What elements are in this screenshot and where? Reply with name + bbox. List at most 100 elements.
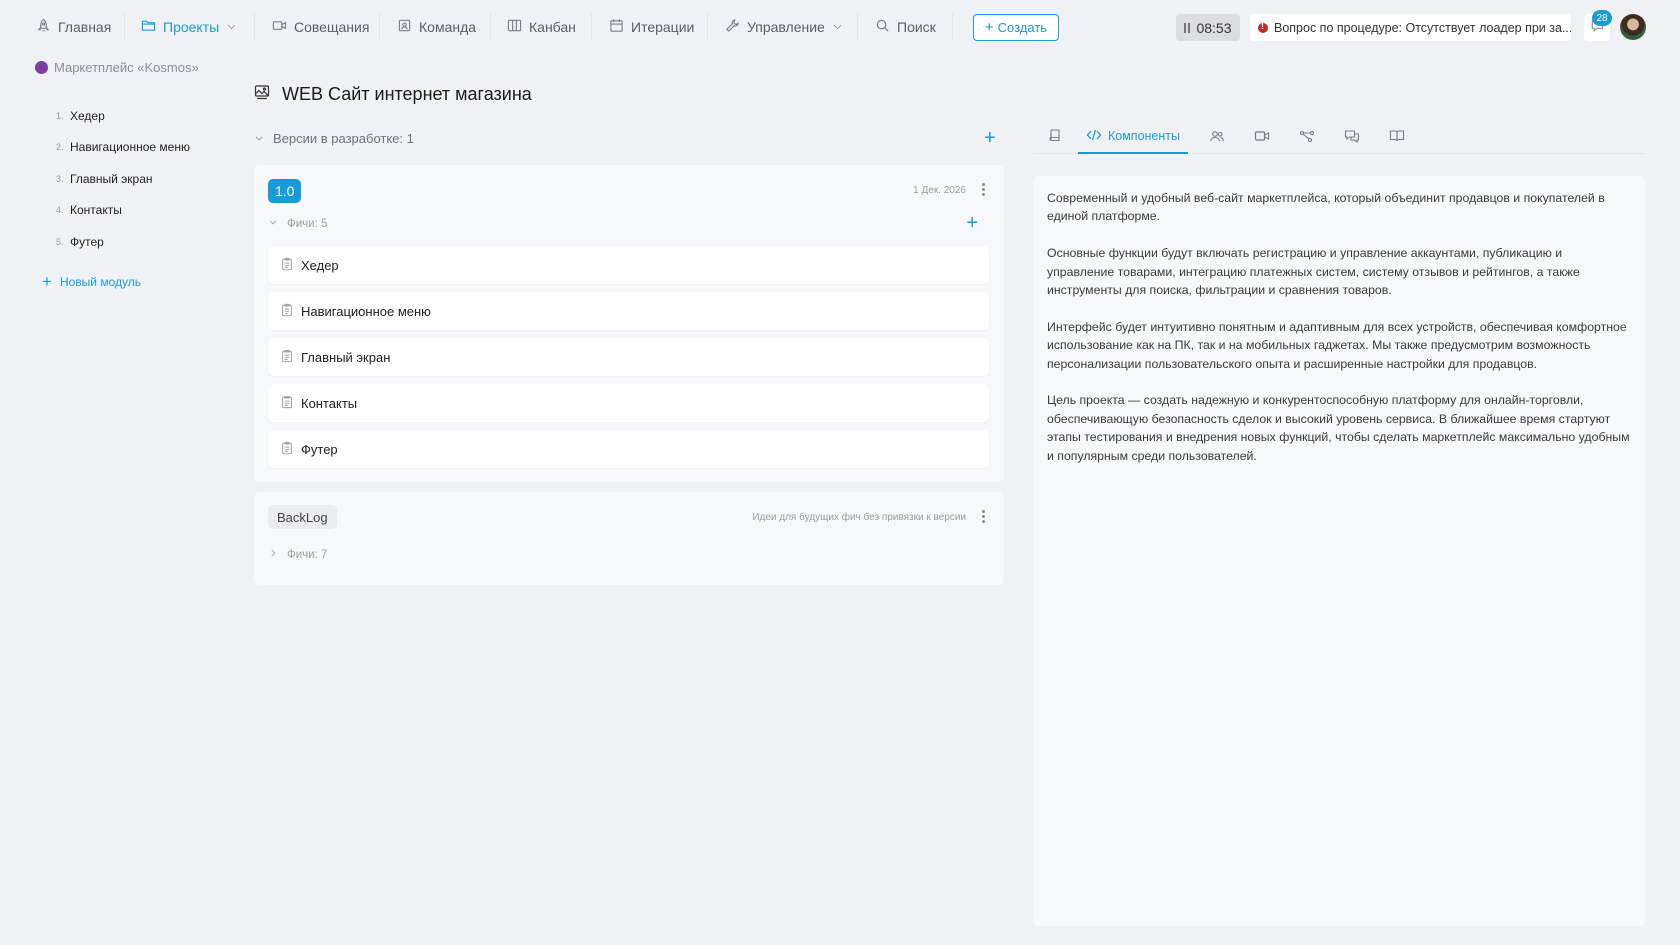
tab-components[interactable]: Компоненты: [1078, 120, 1188, 154]
module-item[interactable]: 2. Навигационное меню: [56, 132, 190, 164]
module-label: Хедер: [70, 108, 105, 123]
add-feature-button[interactable]: +: [966, 213, 978, 233]
nav-projects-label: Проекты: [163, 19, 220, 35]
pause-icon: [1184, 22, 1191, 33]
module-item[interactable]: 1. Хедер: [56, 100, 190, 132]
document-icon: [1047, 128, 1063, 147]
messages-count-badge: 28: [1592, 10, 1612, 26]
tab-flow[interactable]: [1290, 120, 1324, 154]
nav-divider: [379, 13, 380, 41]
code-icon: [1086, 127, 1102, 146]
tab-wiki[interactable]: [1380, 120, 1414, 154]
features-count: Фичи: 5: [287, 217, 328, 230]
project-breadcrumb[interactable]: Маркетплейс «Kosmos»: [35, 60, 199, 75]
more-options-icon[interactable]: [982, 183, 986, 196]
page-title: WEB Сайт интернет магазина: [254, 84, 532, 105]
clipboard-icon: [280, 395, 294, 412]
create-button[interactable]: + Создать: [973, 14, 1059, 41]
module-number: 1.: [56, 110, 64, 121]
nav-divider: [857, 13, 858, 41]
version-card: 1.0 1 Дек. 2026 Фичи: 5 + Хедер Навигаци…: [254, 165, 1004, 482]
add-version-button[interactable]: +: [984, 128, 996, 148]
nav-search[interactable]: Поиск: [875, 14, 936, 40]
module-item[interactable]: 4. Контакты: [56, 195, 190, 227]
clipboard-icon: [280, 303, 294, 320]
timer-value: 08:53: [1196, 19, 1232, 36]
more-options-icon[interactable]: [982, 510, 986, 523]
tab-participants[interactable]: [1200, 120, 1234, 154]
module-list: 1. Хедер 2. Навигационное меню 3. Главный э…: [56, 100, 190, 258]
chevron-right-icon: [268, 548, 278, 561]
nav-divider: [952, 13, 953, 41]
module-number: 2.: [56, 142, 64, 153]
new-module-button[interactable]: + Новый модуль: [42, 273, 141, 290]
plus-icon: +: [984, 19, 994, 36]
backlog-features-toggle[interactable]: Фичи: 7: [268, 548, 327, 561]
nav-divider: [490, 13, 491, 41]
nav-management[interactable]: Управление: [725, 14, 843, 40]
module-item[interactable]: 5. Футер: [56, 226, 190, 258]
backlog-badge[interactable]: BackLog: [268, 505, 337, 529]
feature-label: Навигационное меню: [301, 303, 431, 319]
notification-banner[interactable]: Вопрос по процедуре: Отсутствует лоадер …: [1250, 14, 1571, 41]
module-label: Навигационное меню: [70, 140, 190, 155]
project-name: Маркетплейс «Kosmos»: [54, 60, 199, 75]
feature-label: Главный экран: [301, 349, 391, 365]
create-button-label: Создать: [997, 20, 1048, 35]
nav-home[interactable]: Главная: [36, 14, 111, 40]
feature-item[interactable]: Хедер: [268, 246, 989, 284]
features-toggle[interactable]: Фичи: 5: [268, 217, 327, 230]
feature-item[interactable]: Главный экран: [268, 338, 989, 376]
module-number: 4.: [56, 205, 64, 216]
tab-components-label: Компоненты: [1107, 129, 1180, 143]
notification-text: Вопрос по процедуре: Отсутствует лоадер …: [1274, 20, 1571, 35]
flow-icon: [1299, 128, 1315, 147]
tab-document[interactable]: [1038, 120, 1072, 154]
nav-projects[interactable]: Проекты: [141, 14, 237, 40]
nav-management-label: Управление: [747, 19, 825, 35]
backlog-features-count: Фичи: 7: [287, 548, 328, 561]
module-label: Главный экран: [70, 171, 153, 186]
feature-item[interactable]: Контакты: [268, 384, 989, 422]
feature-item[interactable]: Навигационное меню: [268, 292, 989, 330]
camera-icon: [272, 18, 287, 36]
feature-label: Футер: [301, 441, 338, 457]
description-paragraph: Цель проекта — создать надежную и конкур…: [1047, 393, 1630, 463]
calendar-icon: [609, 18, 624, 36]
versions-label: Версии в разработке: 1: [273, 131, 414, 146]
wrench-icon: [725, 18, 740, 36]
backlog-note: Идеи для будущих фич без привязки к верс…: [752, 512, 966, 523]
nav-team[interactable]: Команда: [397, 14, 476, 40]
nav-iterations[interactable]: Итерации: [609, 14, 694, 40]
nav-divider: [254, 13, 255, 41]
nav-search-label: Поиск: [897, 19, 936, 35]
description-paragraph: Основные функции будут включать регистра…: [1047, 246, 1580, 298]
tab-comments[interactable]: [1335, 120, 1369, 154]
module-item[interactable]: 3. Главный экран: [56, 163, 190, 195]
versions-toggle[interactable]: Версии в разработке: 1: [254, 131, 414, 146]
nav-kanban[interactable]: Канбан: [507, 14, 576, 40]
badge-icon: [397, 18, 412, 36]
book-icon: [1389, 128, 1405, 147]
new-module-label: Новый модуль: [59, 274, 141, 289]
search-icon: [875, 18, 890, 36]
chevron-down-icon: [226, 19, 237, 35]
columns-icon: [507, 18, 522, 36]
module-number: 5.: [56, 236, 64, 247]
folder-icon: [141, 18, 156, 36]
feature-label: Контакты: [301, 395, 358, 411]
camera-icon: [1254, 128, 1270, 147]
chevron-down-icon: [254, 131, 264, 146]
version-date: 1 Дек. 2026: [913, 185, 966, 196]
timer-button[interactable]: 08:53: [1176, 14, 1240, 41]
version-badge[interactable]: 1.0: [268, 179, 302, 203]
project-logo-icon: [35, 61, 48, 74]
nav-meetings[interactable]: Совещания: [272, 14, 369, 40]
avatar[interactable]: [1620, 14, 1646, 40]
module-label: Футер: [70, 234, 104, 249]
feature-item[interactable]: Футер: [268, 430, 989, 468]
nav-kanban-label: Канбан: [529, 19, 576, 35]
tab-video[interactable]: [1245, 120, 1279, 154]
page-title-text: WEB Сайт интернет магазина: [282, 84, 532, 104]
plus-icon: +: [42, 272, 52, 291]
